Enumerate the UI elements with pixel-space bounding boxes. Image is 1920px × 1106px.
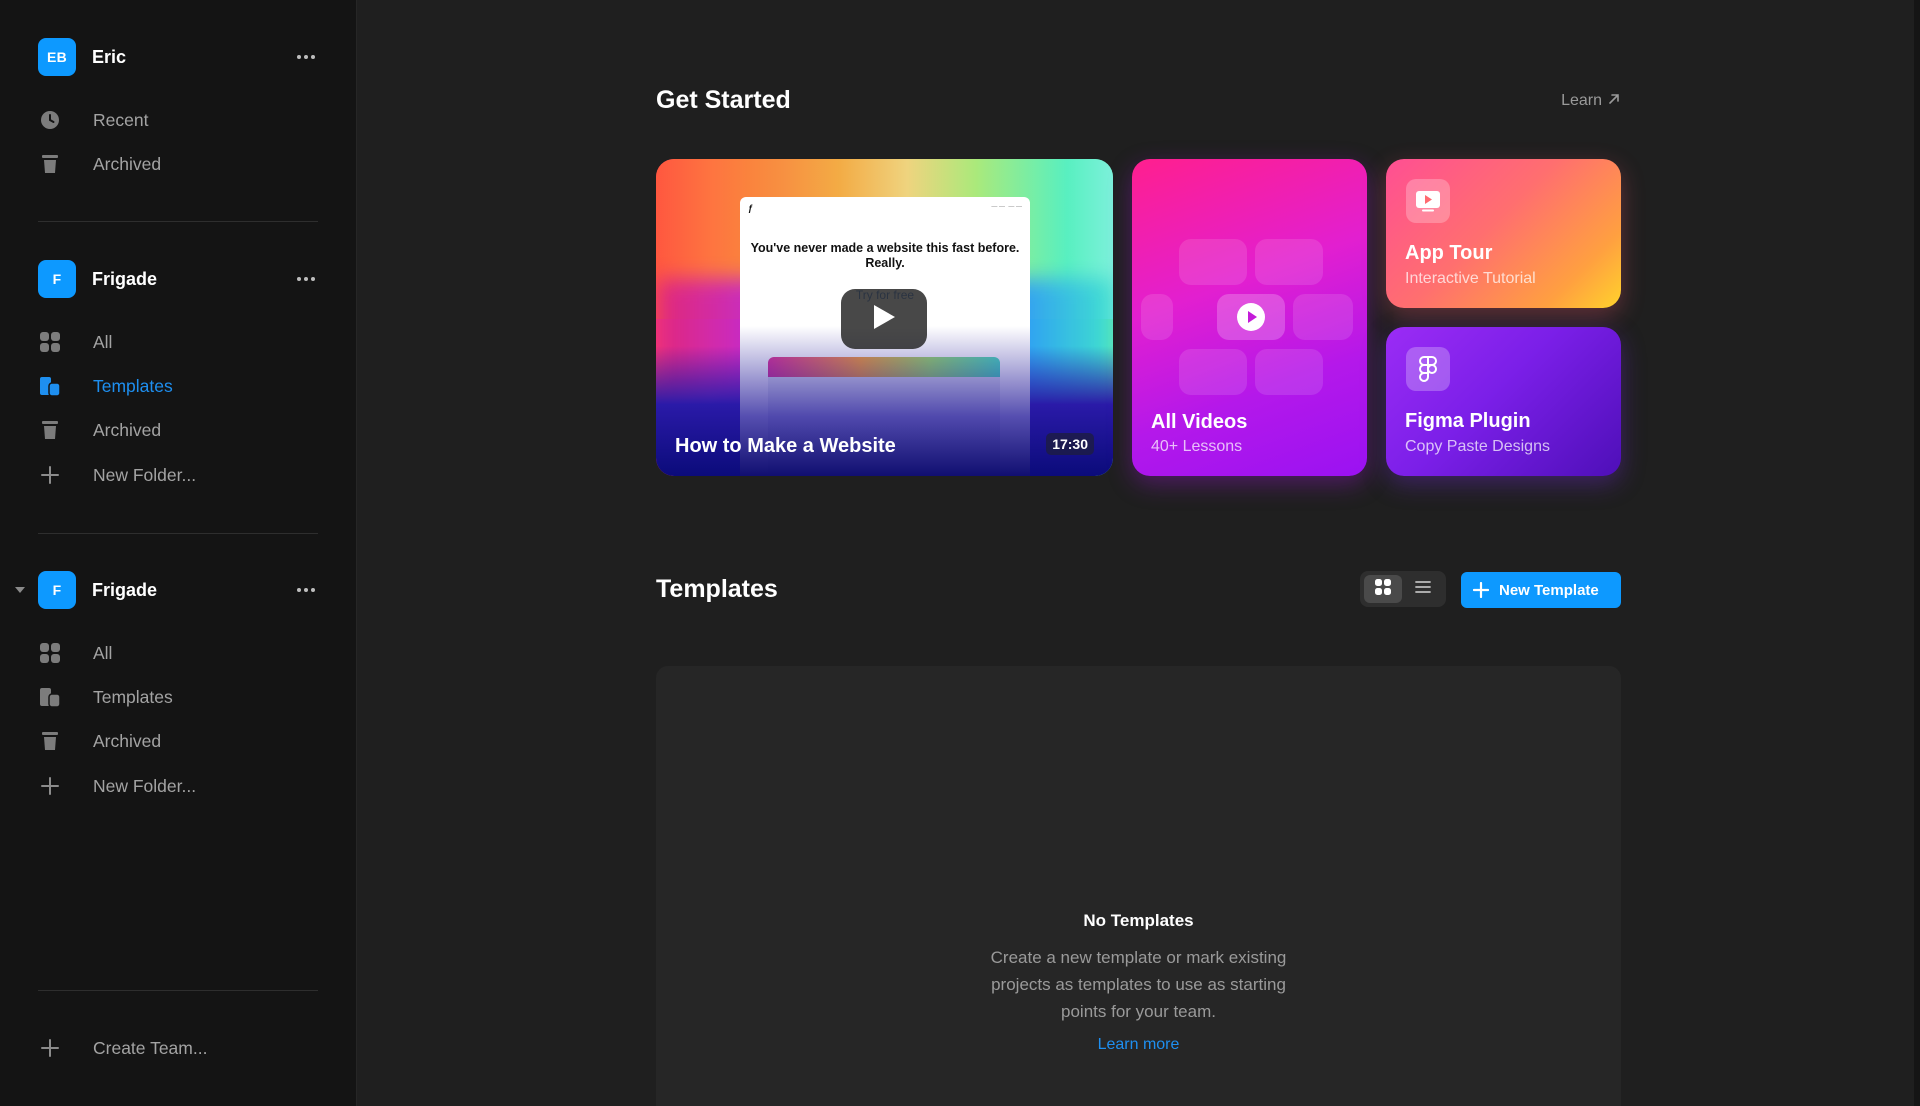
sidebar-divider: [38, 990, 318, 991]
sidebar-item-label: New Folder...: [93, 775, 197, 796]
play-screen-icon: [1406, 179, 1450, 223]
sidebar-item-label: Archived: [93, 730, 162, 751]
all-videos-subtitle: 40+ Lessons: [1151, 438, 1243, 455]
sidebar-item-label: Templates: [93, 375, 173, 396]
templates-icon: [38, 374, 62, 398]
app-tour-title: App Tour: [1405, 242, 1493, 264]
preview-nav: — — — —: [991, 204, 1022, 210]
app-tour-subtitle: Interactive Tutorial: [1405, 270, 1536, 287]
sidebar-item-all[interactable]: All: [38, 324, 318, 360]
user-name: Eric: [92, 46, 127, 67]
sidebar-divider: [38, 221, 318, 222]
preview-headline: You've never made a website this fast be…: [750, 241, 1020, 270]
learn-label: Learn: [1561, 92, 1602, 109]
sidebar-item-recent[interactable]: Recent: [38, 102, 318, 138]
video-card[interactable]: ƒ — — — — You've never made a website th…: [656, 159, 1113, 476]
team-more-icon[interactable]: [294, 578, 318, 602]
team-more-icon[interactable]: [294, 267, 318, 291]
plus-icon: [38, 1036, 62, 1060]
view-toggle: [1360, 571, 1446, 607]
user-header[interactable]: EB Eric: [38, 37, 318, 77]
team-avatar: F: [38, 260, 76, 298]
plus-icon: [38, 463, 62, 487]
sidebar-item-archived[interactable]: Archived: [38, 146, 318, 182]
trash-icon: [38, 418, 62, 442]
play-icon: [872, 304, 896, 335]
sidebar-item-new-folder[interactable]: New Folder...: [38, 457, 318, 493]
team-header[interactable]: F Frigade: [38, 259, 318, 299]
sidebar-item-new-folder[interactable]: New Folder...: [38, 768, 318, 804]
video-title: How to Make a Website: [675, 435, 896, 457]
sidebar-item-archived[interactable]: Archived: [38, 723, 318, 759]
sidebar-item-label: All: [93, 642, 113, 663]
user-more-icon[interactable]: [294, 45, 318, 69]
trash-icon: [38, 152, 62, 176]
sidebar-item-archived[interactable]: Archived: [38, 412, 318, 448]
all-videos-title: All Videos: [1151, 411, 1248, 433]
play-circle-icon: [1217, 294, 1285, 340]
all-videos-card[interactable]: All Videos 40+ Lessons: [1132, 159, 1367, 476]
app-tour-card[interactable]: App Tour Interactive Tutorial: [1386, 159, 1621, 308]
learn-more-link[interactable]: Learn more: [656, 1036, 1621, 1054]
sidebar-item-templates[interactable]: Templates: [38, 368, 318, 404]
list-view-button[interactable]: [1404, 575, 1442, 603]
figma-plugin-subtitle: Copy Paste Designs: [1405, 438, 1550, 455]
team-name: Frigade: [92, 579, 158, 600]
sidebar-item-label: Archived: [93, 153, 162, 174]
templates-icon: [38, 685, 62, 709]
templates-title: Templates: [656, 575, 778, 603]
trash-icon: [38, 729, 62, 753]
list-icon: [1415, 580, 1431, 599]
get-started-title: Get Started: [656, 86, 791, 114]
play-button[interactable]: [841, 289, 927, 349]
empty-title: No Templates: [1083, 911, 1194, 930]
sidebar-item-all[interactable]: All: [38, 635, 318, 671]
figma-plugin-title: Figma Plugin: [1405, 410, 1531, 432]
main-content: Get Started Learn ƒ — — — — You've never…: [357, 0, 1920, 1106]
create-team-button[interactable]: Create Team...: [38, 1030, 318, 1066]
user-avatar: EB: [38, 38, 76, 76]
sidebar-item-label: Recent: [93, 109, 149, 130]
grid-icon: [1375, 578, 1391, 600]
team-header[interactable]: F Frigade: [38, 570, 318, 610]
collapse-caret-icon[interactable]: [15, 587, 25, 593]
sidebar-item-label: New Folder...: [93, 464, 197, 485]
figma-plugin-card[interactable]: Figma Plugin Copy Paste Designs: [1386, 327, 1621, 476]
preview-logo-icon: ƒ: [748, 203, 754, 213]
grid-icon: [38, 330, 62, 354]
plus-icon: [1473, 582, 1489, 598]
clock-icon: [38, 108, 62, 132]
grid-view-button[interactable]: [1364, 575, 1402, 603]
arrow-up-right-icon: [1608, 92, 1620, 110]
sidebar-item-label: Archived: [93, 419, 162, 440]
templates-empty-state: No Templates Create a new template or ma…: [656, 666, 1621, 1106]
new-template-label: New Template: [1499, 581, 1599, 599]
create-team-label: Create Team...: [93, 1037, 208, 1058]
empty-description: Create a new template or mark existing p…: [990, 948, 1287, 1021]
sidebar-item-templates[interactable]: Templates: [38, 679, 318, 715]
duration-badge: 17:30: [1046, 433, 1094, 455]
learn-link[interactable]: Learn: [1561, 92, 1620, 110]
team-avatar: F: [38, 571, 76, 609]
grid-icon: [38, 641, 62, 665]
sidebar-item-label: All: [93, 331, 113, 352]
sidebar-divider: [38, 533, 318, 534]
plus-icon: [38, 774, 62, 798]
new-template-button[interactable]: New Template: [1461, 572, 1621, 608]
figma-icon: [1406, 347, 1450, 391]
window-edge: [1914, 0, 1920, 1106]
sidebar: EB Eric Recent Archived F Frigade All Te…: [0, 0, 357, 1106]
team-name: Frigade: [92, 268, 158, 289]
sidebar-item-label: Templates: [93, 686, 173, 707]
